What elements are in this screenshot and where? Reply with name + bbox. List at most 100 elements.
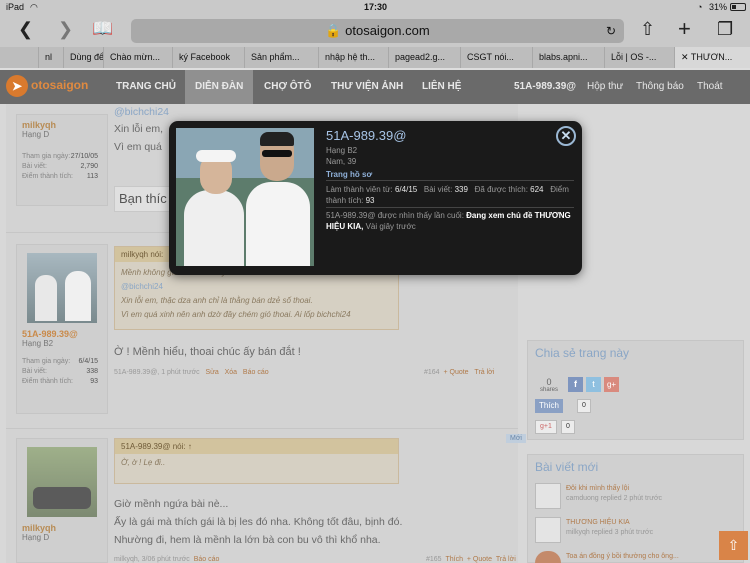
- share-icon[interactable]: ⇧: [640, 19, 655, 39]
- footer-time: 1 phút trước: [161, 369, 200, 376]
- back-icon[interactable]: ❮: [18, 19, 33, 39]
- profile-link[interactable]: Trang hồ sơ: [326, 170, 372, 179]
- tab-active[interactable]: ✕ THƯƠN...: [674, 47, 750, 68]
- member-tooltip-card: 51A-989.39@ Hạng B2 Nam, 39 Trang hồ sơ …: [169, 121, 582, 275]
- nav-notifications[interactable]: Thông báo: [636, 70, 684, 104]
- tab[interactable]: CSGT nói...: [460, 47, 532, 68]
- delete-link[interactable]: Xóa: [225, 369, 237, 376]
- nav-logout[interactable]: Thoát: [697, 70, 723, 104]
- quote-line: Ờ, ờ ! Lẹ đi..: [121, 458, 166, 467]
- recent-posts-box: Bài viết mới Đôi khi mình thấy lội camdu…: [527, 454, 744, 563]
- nav-car-market[interactable]: CHỢ ÔTÔ: [264, 70, 311, 104]
- new-badge: Mới: [506, 434, 526, 443]
- new-tab-icon[interactable]: +: [678, 18, 691, 40]
- quote-link[interactable]: + Quote: [443, 369, 468, 376]
- google-plus-icon[interactable]: g+: [604, 377, 619, 392]
- reply-input[interactable]: Bạn thíc: [114, 186, 174, 212]
- bookmarks-icon[interactable]: 📖: [92, 19, 113, 39]
- report-link[interactable]: Báo cáo: [194, 556, 220, 563]
- quote-link[interactable]: + Quote: [467, 556, 492, 563]
- forward-icon[interactable]: ❯: [58, 19, 73, 39]
- stat-joined: Tham gia ngày: 6/4/15: [22, 358, 98, 365]
- post-text: Giờ mềnh ngứa bài nè...: [114, 498, 229, 510]
- gplus-button[interactable]: g+1: [535, 420, 557, 434]
- avatar[interactable]: [535, 483, 561, 509]
- quote-header[interactable]: 51A-989.39@ nói: ↑: [115, 439, 398, 454]
- lock-icon: 🔒: [325, 23, 342, 38]
- member-name[interactable]: 51A-989.39@: [326, 128, 406, 143]
- tab[interactable]: ký Facebook: [172, 47, 244, 68]
- close-icon[interactable]: ✕: [556, 126, 576, 146]
- mention[interactable]: @bichchi24: [114, 106, 169, 118]
- post-actions: #165 Thích + Quote Trả lời: [426, 556, 516, 563]
- member-rank: Hạng B2: [326, 146, 358, 155]
- post-number[interactable]: #164: [424, 369, 440, 376]
- tab[interactable]: Chào mừn...: [103, 47, 168, 68]
- close-tab-icon[interactable]: ✕: [681, 52, 689, 62]
- post-actions: #164 + Quote Trả lời: [424, 369, 494, 376]
- quote-line: Xin lỗi em, thặc dza anh chỉ là thằng bá…: [121, 296, 313, 305]
- nav-contact[interactable]: LIÊN HỆ: [422, 70, 461, 104]
- clock: 17:30: [364, 2, 388, 12]
- like-link[interactable]: Thích: [445, 556, 463, 563]
- avatar[interactable]: [27, 253, 97, 323]
- recent-item-title[interactable]: Đôi khi mình thấy lội: [566, 485, 629, 492]
- tabs-icon[interactable]: ❐: [717, 19, 733, 39]
- user-card: milkyqh Hạng D Tham gia ngày: 27/10/05 Bà…: [16, 114, 108, 206]
- stat-posts: Bài viết: 2,790: [22, 163, 98, 170]
- post-number[interactable]: #165: [426, 556, 442, 563]
- twitter-icon[interactable]: t: [586, 377, 601, 392]
- post-footer: milkyqh, 3/06 phút trước Báo cáo: [114, 556, 219, 563]
- reply-link[interactable]: Trả lời: [496, 556, 516, 563]
- divider: [326, 180, 574, 181]
- nav-home[interactable]: TRANG CHỦ: [116, 70, 176, 104]
- member-photo[interactable]: [176, 128, 314, 266]
- avatar[interactable]: [535, 551, 561, 563]
- quote-mention[interactable]: @bichchi24: [121, 280, 392, 294]
- quote-line: Vì em quá xinh nên anh dzờ đây chém gió …: [121, 310, 351, 319]
- tab-label: THƯƠN...: [690, 52, 733, 62]
- avatar[interactable]: [535, 517, 561, 543]
- post-footer: 51A-989.39@, 1 phút trước Sửa Xóa Báo cá…: [114, 369, 269, 376]
- user-card: 51A-989.39@ Hạng B2 Tham gia ngày: 6/4/15…: [16, 244, 108, 414]
- share-title: Chia sẻ trang này: [535, 346, 630, 360]
- reply-link[interactable]: Trả lời: [474, 369, 494, 376]
- recent-item-title[interactable]: Toa án đồng ý bồi thường cho ông...: [566, 553, 679, 560]
- nav-inbox[interactable]: Hộp thư: [587, 70, 623, 104]
- recent-item-meta: camduong replied 2 phút trước: [566, 495, 663, 502]
- recent-item-meta: milkyqh replied 3 phút trước: [566, 529, 654, 536]
- address-bar[interactable]: 🔒 otosaigon.com ↻: [131, 19, 624, 43]
- tab[interactable]: blabs.apni...: [532, 47, 604, 68]
- divider: [326, 207, 574, 208]
- tab[interactable]: pagead2.g...: [388, 47, 460, 68]
- tab[interactable]: nl: [38, 47, 63, 68]
- site-logo[interactable]: ➤ otosaigon: [6, 75, 100, 99]
- user-name[interactable]: milkyqh: [22, 523, 102, 533]
- device-label: iPad: [6, 2, 25, 12]
- gplus-count: 0: [561, 420, 575, 434]
- user-name[interactable]: milkyqh: [22, 120, 102, 130]
- tab[interactable]: Dùng để: [63, 47, 103, 68]
- like-button[interactable]: Thích: [535, 399, 564, 413]
- scroll-to-top-button[interactable]: ⇧: [719, 531, 748, 560]
- user-name[interactable]: 51A-989.39@: [22, 329, 102, 339]
- facebook-icon[interactable]: f: [568, 377, 583, 392]
- nav-forum[interactable]: DIỄN ĐÀN: [185, 70, 254, 104]
- post-text: Vì em quá: [114, 141, 162, 153]
- logo-text: otosaigon: [31, 78, 89, 93]
- tab[interactable]: Lỗi | OS -...: [604, 47, 674, 68]
- edit-link[interactable]: Sửa: [206, 369, 219, 376]
- report-link[interactable]: Báo cáo: [243, 369, 269, 376]
- tab[interactable]: Sản phẩm...: [244, 47, 318, 68]
- location-icon: ◔: [697, 2, 703, 12]
- tab[interactable]: nhập hệ th...: [318, 47, 388, 68]
- avatar[interactable]: [27, 447, 97, 517]
- recent-item-title[interactable]: THƯƠNG HIỆU KIA: [566, 519, 630, 526]
- nav-username[interactable]: 51A-989.39@: [514, 70, 576, 104]
- user-rank: Hạng D: [22, 533, 50, 542]
- browser-toolbar: ❮ ❯ 📖 🔒 otosaigon.com ↻ ⇧ + ❐: [0, 14, 750, 47]
- nav-gallery[interactable]: THƯ VIỆN ẢNH: [331, 70, 403, 104]
- reload-icon[interactable]: ↻: [606, 19, 616, 43]
- footer-user[interactable]: 51A-989.39@,: [114, 369, 159, 376]
- post-text: Xin lỗi em,: [114, 123, 164, 135]
